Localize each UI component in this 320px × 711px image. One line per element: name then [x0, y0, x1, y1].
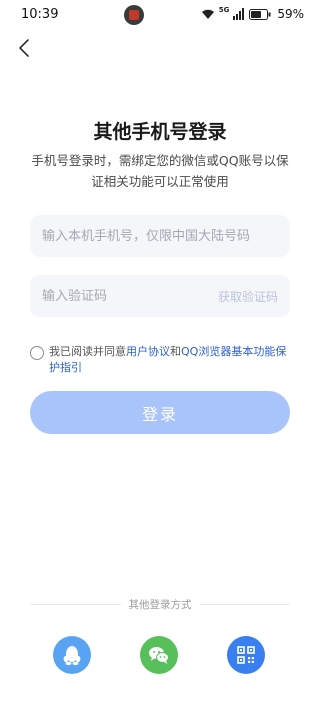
- app-notification-icon: [124, 5, 144, 25]
- qrcode-login-button[interactable]: [227, 636, 265, 674]
- agreement-row: 我已阅读并同意用户协议和QQ浏览器基本功能保护指引: [30, 344, 292, 376]
- get-code-button[interactable]: 获取验证码: [218, 288, 278, 305]
- status-bar: 10:39 5G 59%: [0, 0, 320, 28]
- other-login-label: 其他登录方式: [128, 598, 192, 611]
- page-subtitle: 手机号登录时，需绑定您的微信或QQ账号以保证相关功能可以正常使用: [31, 153, 289, 189]
- qq-penguin-icon: [63, 646, 81, 666]
- page-title: 其他手机号登录: [93, 121, 227, 143]
- battery-icon: [249, 8, 271, 20]
- login-button[interactable]: 登录: [30, 391, 290, 434]
- qrcode-icon: [237, 646, 255, 664]
- other-login-divider: 其他登录方式: [30, 597, 290, 611]
- agreement-prefix: 我已阅读并同意: [49, 345, 126, 358]
- wifi-icon: [201, 9, 214, 19]
- user-agreement-link[interactable]: 用户协议: [126, 345, 170, 358]
- back-button[interactable]: [12, 36, 36, 60]
- status-right: 5G 59%: [201, 6, 304, 22]
- wechat-login-button[interactable]: [140, 636, 178, 674]
- phone-input[interactable]: [42, 228, 278, 244]
- status-time: 10:39: [21, 7, 59, 22]
- verification-code-input[interactable]: [42, 288, 192, 304]
- qq-login-button[interactable]: [53, 636, 91, 674]
- signal-icon: [233, 8, 245, 20]
- chevron-left-icon: [19, 39, 29, 57]
- divider-line-right: [199, 603, 290, 605]
- wechat-icon: [149, 647, 169, 664]
- battery-percentage: 59%: [277, 7, 304, 21]
- phone-input-container: [30, 215, 290, 257]
- code-input-container: 获取验证码: [30, 275, 290, 317]
- network-type-label: 5G: [218, 6, 230, 14]
- agreement-text: 我已阅读并同意用户协议和QQ浏览器基本功能保护指引: [49, 344, 292, 376]
- agreement-conjunction: 和: [170, 345, 181, 358]
- agreement-radio[interactable]: [30, 346, 44, 360]
- divider-line-left: [30, 603, 121, 605]
